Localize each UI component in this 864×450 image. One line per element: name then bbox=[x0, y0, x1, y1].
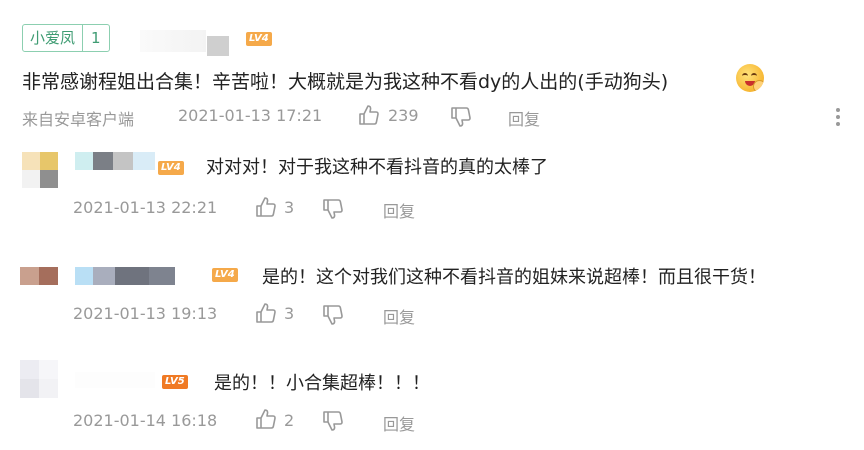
reply-time: 2021-01-13 22:21 bbox=[73, 198, 218, 217]
reply-dislike-button[interactable] bbox=[322, 199, 344, 219]
reply-like-button[interactable] bbox=[255, 409, 277, 429]
reply-level-badge: LV5 bbox=[162, 375, 188, 389]
dog-head-emoji-icon bbox=[736, 64, 764, 92]
reply-button[interactable]: 回复 bbox=[508, 106, 540, 130]
fan-badge-level: 1 bbox=[82, 25, 109, 51]
reply-time: 2021-01-13 19:13 bbox=[73, 304, 218, 323]
thumbs-up-icon bbox=[359, 105, 379, 125]
reply-avatar[interactable] bbox=[22, 152, 58, 188]
reply-text: 是的！！小合集超棒！！！ bbox=[214, 373, 430, 394]
reply-reply-button[interactable]: 回复 bbox=[383, 198, 415, 222]
reply-username-blurred[interactable] bbox=[75, 152, 155, 170]
reply-like-count: 2 bbox=[284, 411, 295, 430]
reply-level-badge: LV4 bbox=[212, 268, 238, 282]
comment-time: 2021-01-13 17:21 bbox=[178, 106, 323, 125]
like-count: 239 bbox=[388, 106, 419, 125]
user-level-badge: LV4 bbox=[246, 32, 272, 46]
reply-avatar[interactable] bbox=[20, 360, 58, 398]
reply-reply-button[interactable]: 回复 bbox=[383, 411, 415, 435]
dislike-button[interactable] bbox=[450, 107, 472, 127]
thumbs-down-icon bbox=[451, 107, 471, 127]
more-options-icon[interactable] bbox=[832, 108, 844, 130]
reply-dislike-button[interactable] bbox=[322, 305, 344, 325]
reply-time: 2021-01-14 16:18 bbox=[73, 411, 218, 430]
thumbs-up-icon bbox=[256, 303, 276, 323]
thumbs-down-icon bbox=[323, 305, 343, 325]
reply-username-blurred[interactable] bbox=[75, 267, 175, 285]
fan-badge-name: 小爱凤 bbox=[30, 29, 76, 47]
reply-like-count: 3 bbox=[284, 198, 295, 217]
thumbs-up-icon bbox=[256, 197, 276, 217]
reply-avatar[interactable] bbox=[20, 267, 58, 285]
comment-text: 非常感谢程姐出合集！辛苦啦！大概就是为我这种不看dy的人出的(手动狗头) bbox=[22, 71, 669, 93]
comment-source: 来自安卓客户端 bbox=[22, 110, 135, 129]
reply-level-badge: LV4 bbox=[158, 161, 184, 175]
reply-like-button[interactable] bbox=[255, 303, 277, 323]
reply-dislike-button[interactable] bbox=[322, 411, 344, 431]
avatar-fragment bbox=[207, 36, 229, 56]
reply-like-button[interactable] bbox=[255, 197, 277, 217]
thumbs-down-icon bbox=[323, 411, 343, 431]
thumbs-up-icon bbox=[256, 409, 276, 429]
like-button[interactable] bbox=[358, 105, 380, 125]
username-blurred[interactable] bbox=[140, 30, 206, 52]
reply-username-blurred[interactable] bbox=[75, 372, 155, 388]
reply-like-count: 3 bbox=[284, 304, 295, 323]
fan-badge[interactable]: 小爱凤 1 bbox=[22, 24, 110, 52]
reply-text: 是的！这个对我们这种不看抖音的姐妹来说超棒！而且很干货！ bbox=[262, 267, 766, 288]
thumbs-down-icon bbox=[323, 199, 343, 219]
reply-reply-button[interactable]: 回复 bbox=[383, 304, 415, 328]
reply-text: 对对对！对于我这种不看抖音的真的太棒了 bbox=[206, 157, 548, 178]
